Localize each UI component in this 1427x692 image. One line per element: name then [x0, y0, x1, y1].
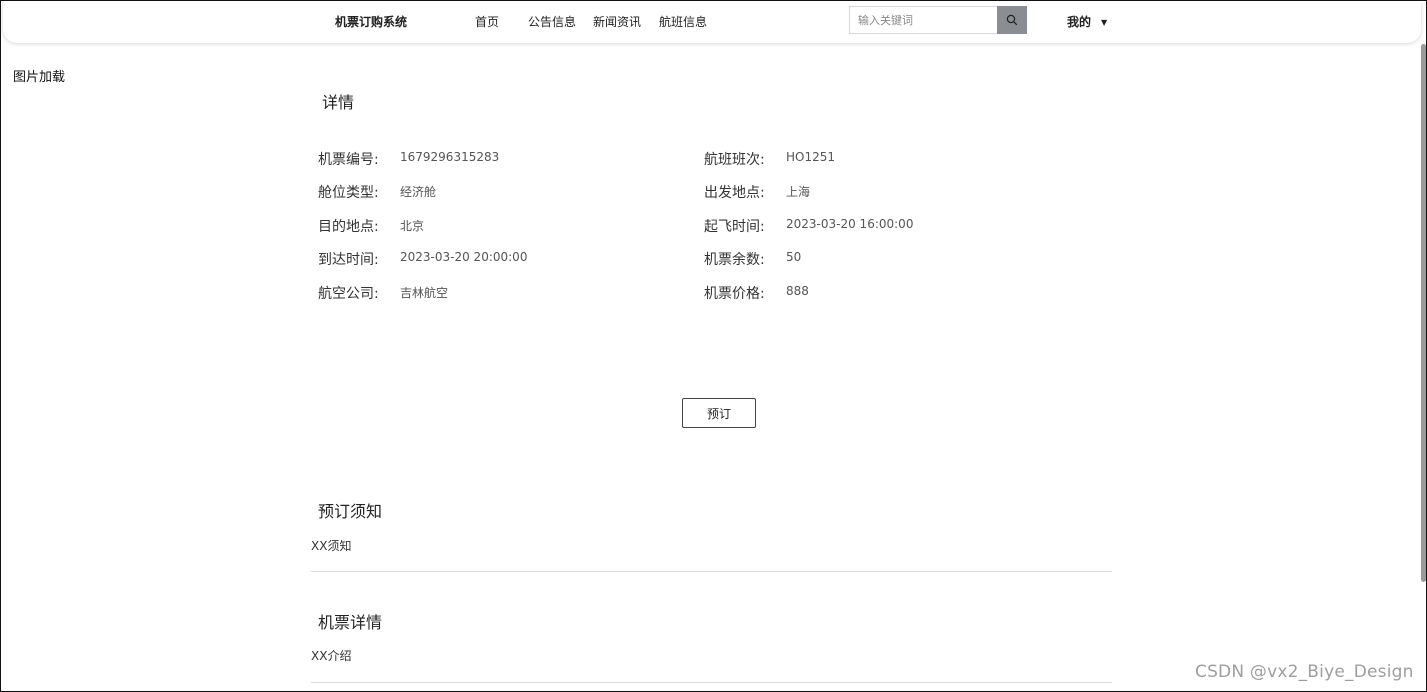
field-value-tickets-remaining: 50: [786, 250, 802, 264]
notice-text: XX须知: [311, 539, 352, 553]
nav-home[interactable]: 首页: [475, 13, 499, 30]
field-value-ticket-number: 1679296315283: [400, 150, 500, 164]
field-label-ticket-number: 机票编号:: [318, 152, 379, 168]
field-label-tickets-remaining: 机票余数:: [704, 252, 765, 268]
book-button[interactable]: 预订: [682, 398, 756, 428]
ticket-detail-title: 机票详情: [318, 613, 383, 632]
divider: [311, 682, 1112, 683]
field-value-cabin-class: 经济舱: [400, 185, 437, 199]
field-value-destination: 北京: [400, 219, 425, 233]
notice-title: 预订须知: [318, 502, 383, 521]
user-menu-dropdown[interactable]: 我的 ▼: [1067, 13, 1107, 30]
field-value-arrival-time: 2023-03-20 20:00:00: [400, 250, 528, 264]
site-brand[interactable]: 机票订购系统: [335, 13, 407, 30]
search-button[interactable]: [997, 6, 1027, 34]
scrollbar-thumb[interactable]: [1421, 44, 1426, 582]
field-label-takeoff-time: 起飞时间:: [704, 219, 765, 235]
field-label-arrival-time: 到达时间:: [318, 252, 379, 268]
user-menu-label: 我的: [1067, 15, 1092, 29]
nav-flights[interactable]: 航班信息: [659, 13, 707, 30]
field-value-flight-number: HO1251: [786, 150, 836, 164]
field-value-takeoff-time: 2023-03-20 16:00:00: [786, 217, 914, 231]
field-value-airline: 吉林航空: [400, 286, 449, 300]
field-label-departure: 出发地点:: [704, 185, 765, 201]
field-value-price: 888: [786, 284, 809, 298]
field-label-cabin-class: 舱位类型:: [318, 185, 379, 201]
field-label-flight-number: 航班班次:: [704, 152, 765, 168]
top-navbar: [3, 1, 1421, 43]
field-label-airline: 航空公司:: [318, 286, 379, 302]
field-label-price: 机票价格:: [704, 286, 765, 302]
ticket-detail-text: XX介绍: [311, 649, 352, 663]
search-icon: [1006, 14, 1018, 26]
divider: [311, 571, 1112, 572]
window-frame: [0, 0, 1427, 692]
field-label-destination: 目的地点:: [318, 219, 379, 235]
details-title: 详情: [322, 93, 355, 112]
broken-image-alt-text: 图片加载: [13, 70, 66, 85]
nav-news[interactable]: 新闻资讯: [593, 13, 641, 30]
nav-announcements[interactable]: 公告信息: [528, 13, 576, 30]
field-value-departure: 上海: [786, 185, 811, 199]
watermark: CSDN @vx2_Biye_Design: [1195, 662, 1414, 682]
search-input[interactable]: [849, 6, 997, 34]
caret-down-icon: ▼: [1101, 18, 1108, 27]
